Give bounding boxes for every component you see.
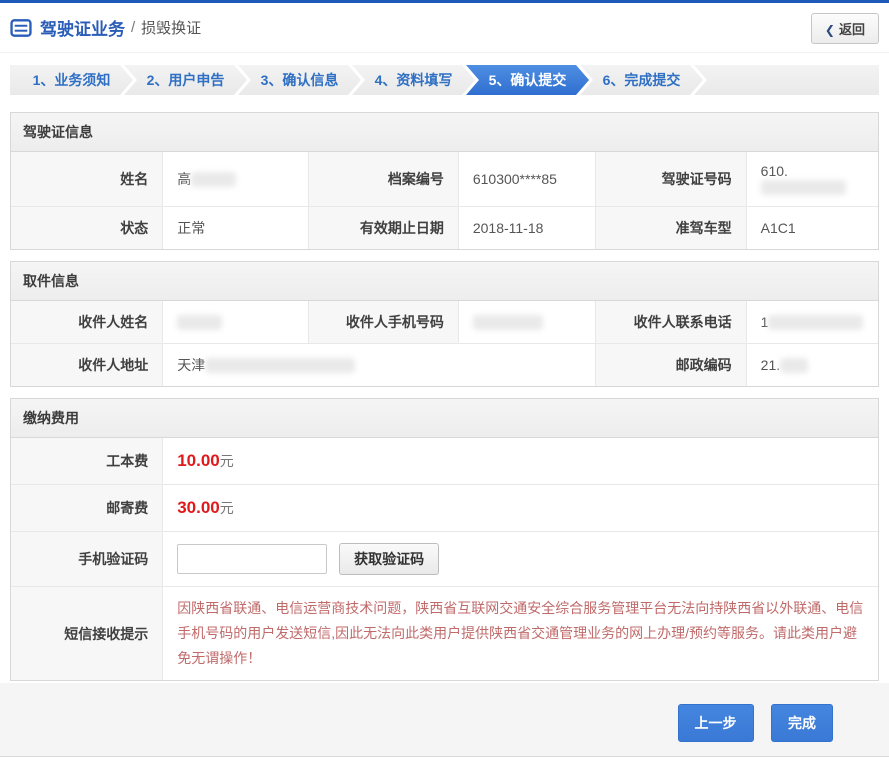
footer-actions: 上一步 完成	[0, 692, 889, 756]
license-info-section: 驾驶证信息 姓名 高 档案编号 610300****85 驾驶证号码 610. …	[10, 112, 879, 250]
pickup-info-table: 收件人姓名 收件人手机号码 收件人联系电话 1 收件人地址 天津 邮政编码 21…	[11, 301, 878, 386]
license-info-table: 姓名 高 档案编号 610300****85 驾驶证号码 610. 状态 正常 …	[11, 152, 878, 249]
license-number-value: 610.	[746, 152, 878, 207]
redacted-value	[761, 180, 846, 195]
sms-code-label: 手机验证码	[11, 532, 163, 587]
production-fee-label: 工本费	[11, 438, 163, 485]
postcode-label: 邮政编码	[595, 344, 746, 387]
vehicle-class-label: 准驾车型	[595, 207, 746, 250]
step-bar-filler	[694, 65, 879, 95]
recipient-address-value: 天津	[163, 344, 596, 387]
table-row: 收件人地址 天津 邮政编码 21.	[11, 344, 878, 387]
step-4-fill-materials[interactable]: 4、资料填写	[352, 65, 475, 95]
recipient-address-label: 收件人地址	[11, 344, 163, 387]
redacted-value	[780, 358, 808, 373]
redacted-value	[177, 315, 222, 330]
breadcrumb-separator: /	[131, 19, 135, 36]
pickup-info-section: 取件信息 收件人姓名 收件人手机号码 收件人联系电话 1 收件人地址 天津 邮政…	[10, 261, 879, 387]
table-row: 姓名 高 档案编号 610300****85 驾驶证号码 610.	[11, 152, 878, 207]
expiry-date-value: 2018-11-18	[458, 207, 595, 250]
previous-step-button[interactable]: 上一步	[678, 704, 754, 742]
postcode-value: 21.	[746, 344, 878, 387]
page-header: 驾驶证业务 / 损毁换证 ❮ 返回	[0, 3, 889, 53]
table-row: 工本费 10.00元	[11, 438, 878, 485]
get-sms-code-button[interactable]: 获取验证码	[339, 543, 439, 575]
sms-notice-text: 因陕西省联通、电信运营商技术问题，陕西省互联网交通安全综合服务管理平台无法向持陕…	[177, 600, 863, 666]
back-chevron-icon: ❮	[825, 23, 835, 37]
name-value: 高	[163, 152, 309, 207]
redacted-value	[205, 358, 355, 373]
fees-section: 缴纳费用 工本费 10.00元 邮寄费 30.00元 手机验证码 获取验证码 短…	[10, 398, 879, 681]
table-row: 短信接收提示 因陕西省联通、电信运营商技术问题，陕西省互联网交通安全综合服务管理…	[11, 587, 878, 681]
file-number-label: 档案编号	[308, 152, 458, 207]
table-row: 手机验证码 获取验证码	[11, 532, 878, 587]
fees-table: 工本费 10.00元 邮寄费 30.00元 手机验证码 获取验证码 短信接收提示…	[11, 438, 878, 680]
sms-code-cell: 获取验证码	[163, 532, 878, 587]
fees-section-title: 缴纳费用	[11, 399, 878, 438]
recipient-phone-label: 收件人联系电话	[595, 301, 746, 344]
status-label: 状态	[11, 207, 163, 250]
redacted-value	[768, 315, 863, 330]
postage-fee-amount: 30.00	[177, 498, 220, 517]
sms-code-input[interactable]	[177, 544, 327, 574]
vehicle-class-value: A1C1	[746, 207, 878, 250]
breadcrumb-current: 损毁换证	[141, 17, 201, 38]
table-row: 收件人姓名 收件人手机号码 收件人联系电话 1	[11, 301, 878, 344]
recipient-name-label: 收件人姓名	[11, 301, 163, 344]
step-1-business-notice[interactable]: 1、业务须知	[10, 65, 133, 95]
name-label: 姓名	[11, 152, 163, 207]
recipient-mobile-label: 收件人手机号码	[308, 301, 458, 344]
status-value: 正常	[163, 207, 309, 250]
license-number-label: 驾驶证号码	[595, 152, 746, 207]
back-button[interactable]: ❮ 返回	[811, 13, 879, 44]
redacted-value	[473, 315, 543, 330]
step-6-complete-submit[interactable]: 6、完成提交	[580, 65, 703, 95]
production-fee-amount: 10.00	[177, 451, 220, 470]
license-section-title: 驾驶证信息	[11, 113, 878, 152]
table-row: 邮寄费 30.00元	[11, 485, 878, 532]
back-button-label: 返回	[839, 22, 865, 37]
expiry-date-label: 有效期止日期	[308, 207, 458, 250]
license-card-icon	[10, 19, 32, 37]
fee-unit: 元	[220, 500, 234, 516]
step-5-confirm-submit[interactable]: 5、确认提交	[466, 65, 589, 95]
recipient-mobile-value	[458, 301, 595, 344]
step-2-user-declaration[interactable]: 2、用户申告	[124, 65, 247, 95]
file-number-value: 610300****85	[458, 152, 595, 207]
postage-fee-label: 邮寄费	[11, 485, 163, 532]
table-row: 状态 正常 有效期止日期 2018-11-18 准驾车型 A1C1	[11, 207, 878, 250]
pickup-section-title: 取件信息	[11, 262, 878, 301]
postage-fee-value: 30.00元	[163, 485, 878, 532]
sms-notice-label: 短信接收提示	[11, 587, 163, 681]
page: 驾驶证业务 / 损毁换证 ❮ 返回 1、业务须知 2、用户申告 3、确认信息 4、…	[0, 0, 889, 683]
page-title: 驾驶证业务	[40, 15, 125, 40]
sms-notice-cell: 因陕西省联通、电信运营商技术问题，陕西省互联网交通安全综合服务管理平台无法向持陕…	[163, 587, 878, 681]
finish-button[interactable]: 完成	[771, 704, 833, 742]
recipient-name-value	[163, 301, 309, 344]
recipient-phone-value: 1	[746, 301, 878, 344]
fee-unit: 元	[220, 453, 234, 469]
step-wizard: 1、业务须知 2、用户申告 3、确认信息 4、资料填写 5、确认提交 6、完成提…	[10, 65, 879, 95]
step-3-confirm-info[interactable]: 3、确认信息	[238, 65, 361, 95]
redacted-value	[191, 172, 236, 187]
production-fee-value: 10.00元	[163, 438, 878, 485]
